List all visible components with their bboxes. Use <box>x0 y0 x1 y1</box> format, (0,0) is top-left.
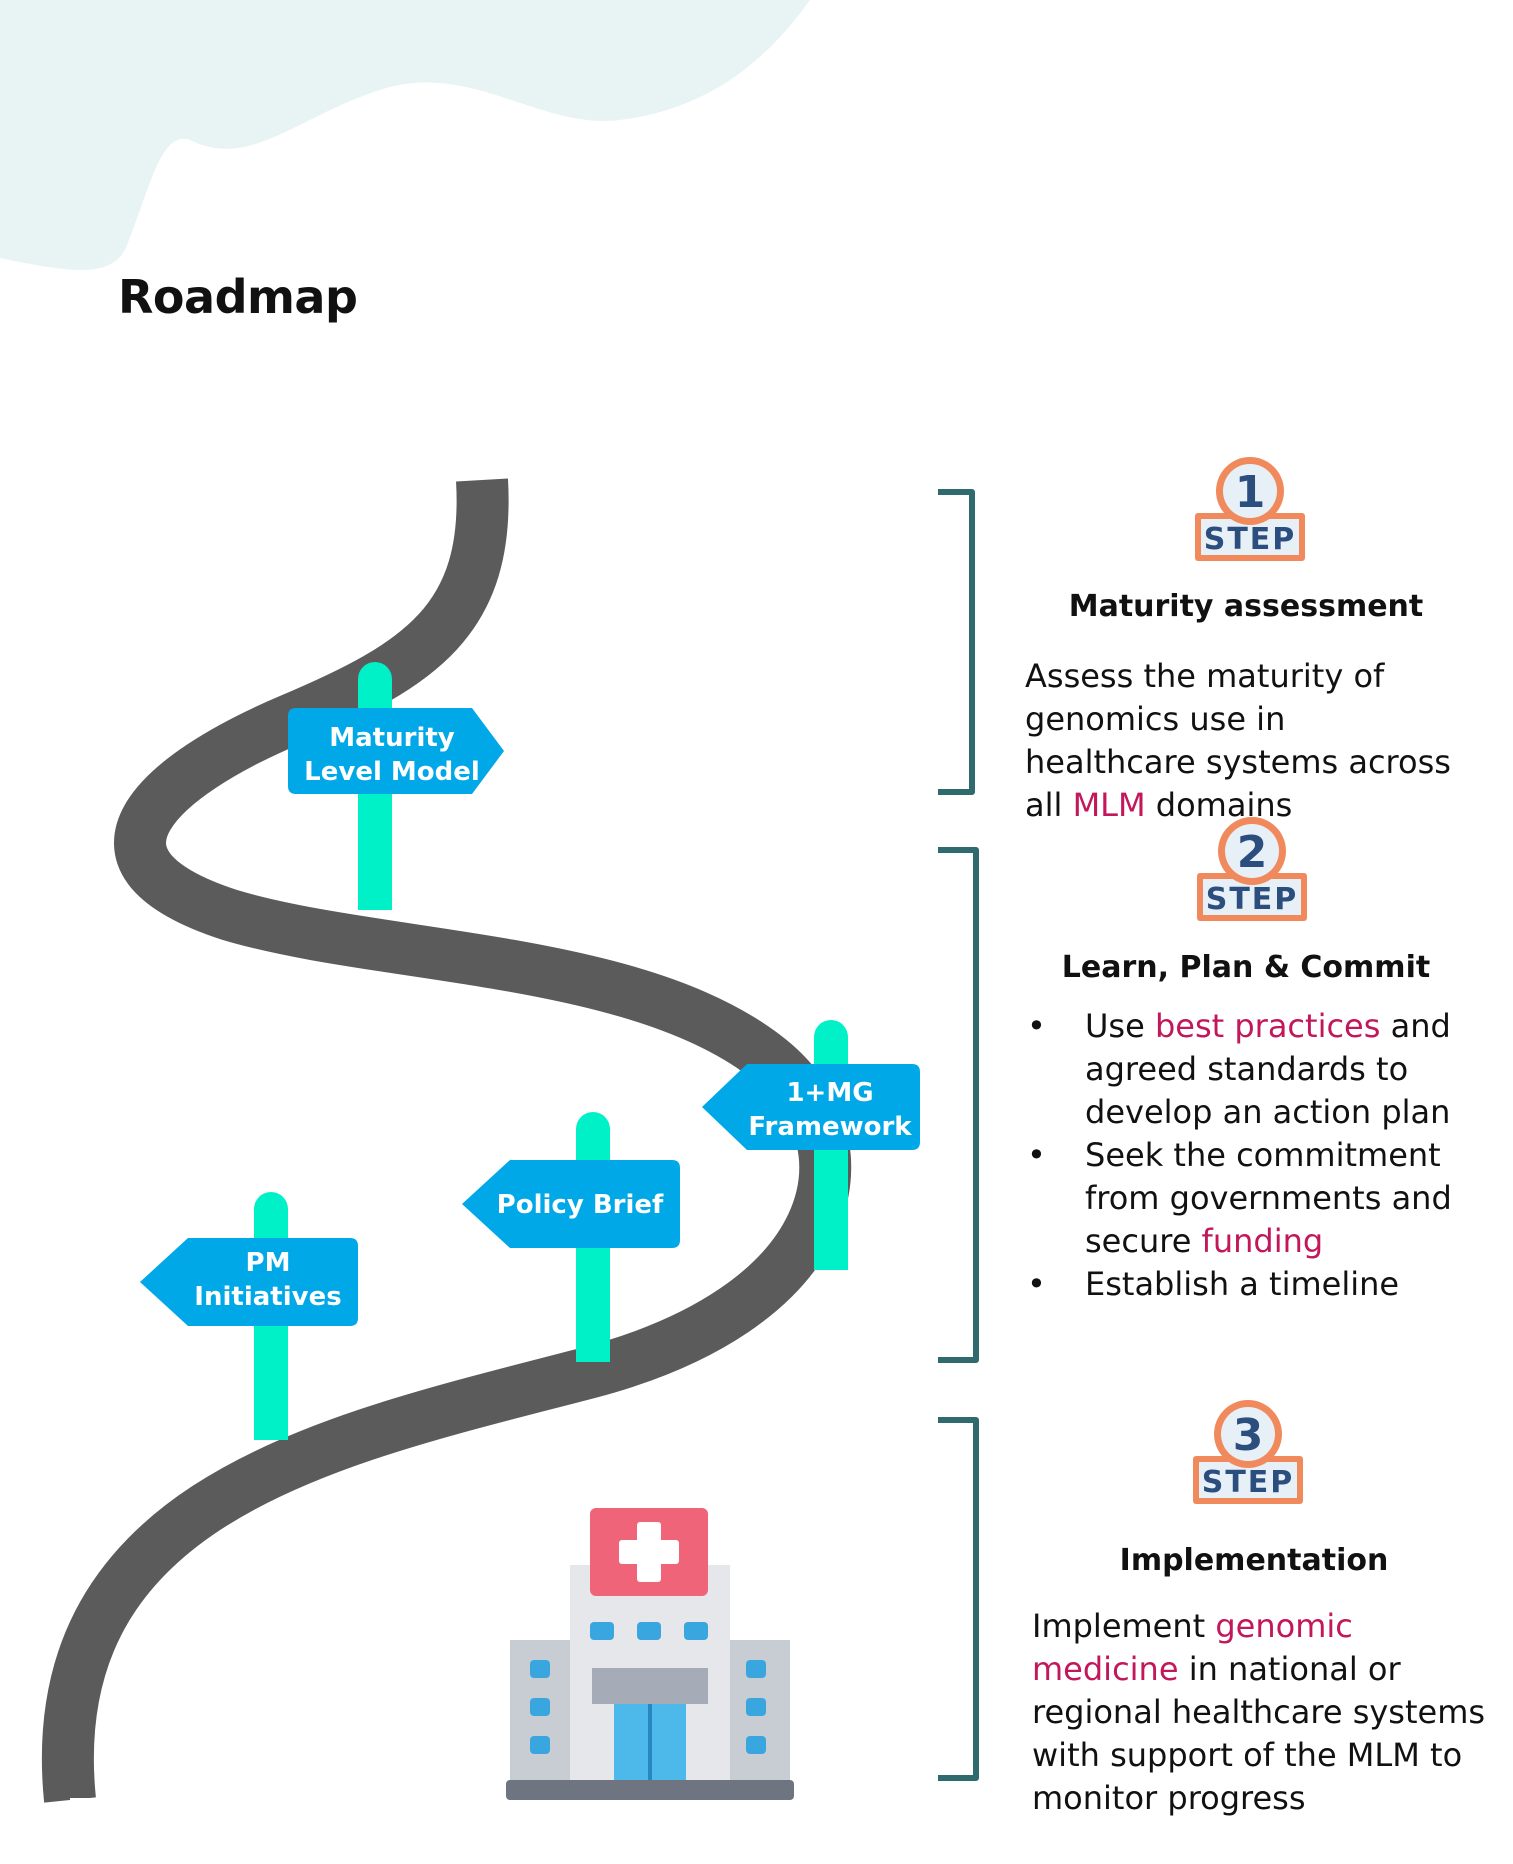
step-number: 1 <box>1235 467 1266 518</box>
step-2-icon: 2 STEP <box>1197 817 1307 921</box>
bracket-step-1 <box>938 489 975 795</box>
signpost-label-line1: Policy Brief <box>497 1190 664 1220</box>
signpost-label-line1: 1+MG <box>786 1078 873 1108</box>
step-brackets <box>938 489 979 1781</box>
step-number: 2 <box>1237 827 1268 878</box>
step-2-title: Learn, Plan & Commit <box>1061 950 1431 985</box>
bracket-step-3 <box>938 1417 979 1781</box>
signpost-label-line2: Initiatives <box>194 1282 341 1312</box>
step-3-icon: 3 STEP <box>1193 1400 1303 1504</box>
step-badge: STEP <box>1204 522 1297 557</box>
signpost-policy-brief: Policy Brief <box>462 1112 680 1362</box>
step-badge: STEP <box>1206 882 1299 917</box>
step-2-bullet-list: Use best practices and agreed standards … <box>1025 1005 1485 1306</box>
step-badge: STEP <box>1202 1465 1295 1500</box>
step-1-icon: 1 STEP <box>1195 457 1305 561</box>
step-number: 3 <box>1233 1410 1264 1461</box>
hospital-icon <box>506 1508 794 1800</box>
signpost-label-line1: PM <box>246 1248 291 1278</box>
signpost-label-line2: Framework <box>748 1112 912 1142</box>
roadmap-illustration: Maturity Level Model 1+MG Framework Poli… <box>42 478 920 1803</box>
list-item: Seek the commitment from governments and… <box>1025 1134 1485 1263</box>
signpost-label-line2: Level Model <box>304 757 480 787</box>
step-1-title: Maturity assessment <box>1068 589 1424 624</box>
step-3-description: Implement genomic medicine in national o… <box>1032 1607 1486 1817</box>
signpost-label-line1: Maturity <box>329 723 455 753</box>
step-1-description: Assess the maturity of genomics use in h… <box>1025 657 1451 824</box>
bracket-step-2 <box>938 847 979 1363</box>
list-item: Use best practices and agreed standards … <box>1025 1005 1485 1134</box>
list-item: Establish a timeline <box>1025 1263 1485 1306</box>
step-3-title: Implementation <box>1119 1543 1389 1578</box>
signpost-pm-initiatives: PM Initiatives <box>140 1192 358 1440</box>
